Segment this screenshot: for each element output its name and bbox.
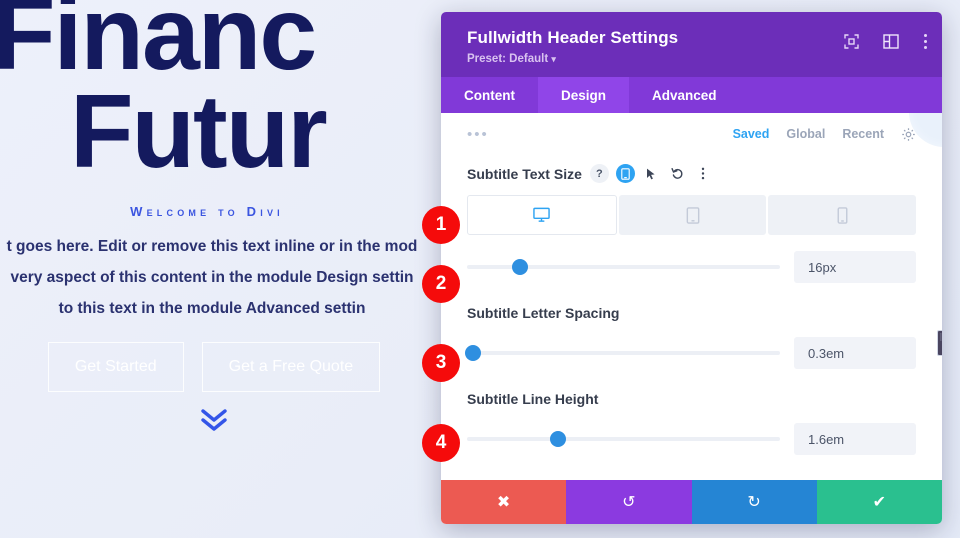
field-label: Subtitle Line Height xyxy=(467,391,599,407)
field-subtitle-line-height: Subtitle Line Height 1.6em xyxy=(467,391,916,455)
responsive-device-icon[interactable] xyxy=(615,164,635,183)
settings-toolbar: ••• Saved Global Recent xyxy=(467,113,916,155)
saved-link[interactable]: Saved xyxy=(733,127,770,141)
slider-track xyxy=(467,437,780,441)
tab-advanced[interactable]: Advanced xyxy=(629,77,740,113)
slider-thumb[interactable] xyxy=(549,431,566,447)
hero-button-group: Get Started Get a Free Quote xyxy=(4,341,424,392)
field-label-row: Subtitle Line Height xyxy=(467,391,916,407)
annotation-badge-2: 2 xyxy=(422,265,460,303)
preset-selector[interactable]: Preset: Default ▾ xyxy=(467,53,920,65)
drag-handle-icon[interactable]: ••• xyxy=(467,127,489,142)
slider-row: 1.6em xyxy=(467,423,916,455)
annotation-badge-3: 3 xyxy=(422,344,460,382)
cancel-button[interactable]: ✖ xyxy=(441,480,567,524)
slider-track xyxy=(467,351,780,355)
preset-label: Preset: Default xyxy=(467,53,549,65)
subtitle-text-size-slider[interactable] xyxy=(467,258,780,276)
subtitle-letter-spacing-slider[interactable] xyxy=(465,344,780,362)
gear-icon[interactable] xyxy=(901,127,916,142)
tab-design[interactable]: Design xyxy=(538,77,630,113)
modal-footer: ✖ ↺ ↻ ✔ xyxy=(441,480,942,524)
field-icon-row: ? xyxy=(589,164,713,183)
field-subtitle-text-size: Subtitle Text Size ? 16px xyxy=(467,164,917,283)
tablet-icon[interactable] xyxy=(618,195,767,235)
modal-tab-bar: Content Design Advanced xyxy=(441,77,942,113)
undo-button[interactable]: ↺ xyxy=(566,480,692,524)
device-breakpoint-toggle xyxy=(467,195,917,235)
annotation-badge-1: 1 xyxy=(422,206,460,244)
help-icon[interactable]: ? xyxy=(589,164,609,183)
field-label: Subtitle Letter Spacing xyxy=(467,305,620,321)
more-options-icon[interactable] xyxy=(923,33,928,50)
tab-content[interactable]: Content xyxy=(441,77,538,113)
modal-body: ••• Saved Global Recent Subtitle Text Si… xyxy=(441,113,942,480)
subtitle-line-height-input[interactable]: 1.6em xyxy=(794,423,916,455)
desktop-icon[interactable] xyxy=(467,195,617,235)
preset-library-links: Saved Global Recent xyxy=(733,127,916,142)
get-started-button[interactable]: Get Started xyxy=(47,341,184,392)
reset-icon[interactable] xyxy=(668,164,687,183)
chevron-down-icon: ▾ xyxy=(551,54,556,64)
slider-row: 16px xyxy=(467,251,916,283)
save-button[interactable]: ✔ xyxy=(816,480,942,524)
modal-header: Fullwidth Header Settings Preset: Defaul… xyxy=(441,12,942,77)
modal-resize-handle[interactable]: ⣿ xyxy=(937,330,942,356)
get-a-free-quote-button[interactable]: Get a Free Quote xyxy=(201,341,381,392)
field-label-row: Subtitle Text Size ? xyxy=(467,164,916,183)
module-settings-modal: Fullwidth Header Settings Preset: Defaul… xyxy=(441,12,942,524)
field-options-icon[interactable] xyxy=(694,164,713,183)
recent-link[interactable]: Recent xyxy=(842,127,884,141)
hover-cursor-icon[interactable] xyxy=(642,164,661,183)
modal-header-icons xyxy=(844,33,928,50)
field-label: Subtitle Text Size xyxy=(467,165,582,182)
redo-button[interactable]: ↻ xyxy=(691,480,817,524)
subtitle-text-size-input[interactable]: 16px xyxy=(794,251,916,283)
field-subtitle-letter-spacing: Subtitle Letter Spacing 0.3em xyxy=(465,305,916,369)
focus-expand-icon[interactable] xyxy=(844,34,859,49)
double-chevron-down-icon[interactable] xyxy=(4,406,424,437)
layout-panel-icon[interactable] xyxy=(883,34,899,49)
subtitle-letter-spacing-input[interactable]: 0.3em xyxy=(794,337,916,369)
hero-subtitle: Welcome to Divi xyxy=(130,203,284,219)
phone-icon[interactable] xyxy=(768,195,917,235)
annotation-badge-4: 4 xyxy=(422,424,460,462)
slider-row: 0.3em xyxy=(465,337,916,369)
field-label-row: Subtitle Letter Spacing xyxy=(467,305,916,321)
subtitle-line-height-slider[interactable] xyxy=(467,430,780,448)
slider-thumb[interactable] xyxy=(465,345,482,361)
global-link[interactable]: Global xyxy=(786,127,825,141)
slider-thumb[interactable] xyxy=(512,259,529,275)
